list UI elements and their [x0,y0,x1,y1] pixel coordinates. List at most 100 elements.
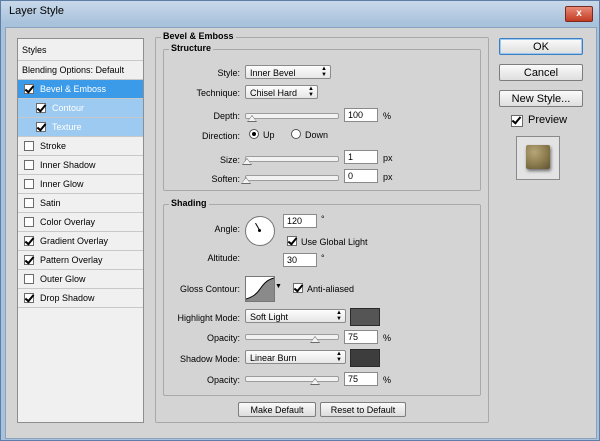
style-item-label: Texture [52,122,82,132]
stroke-checkbox[interactable] [24,141,34,151]
use-global-light-label: Use Global Light [301,237,368,247]
new-style-button[interactable]: New Style... [499,90,583,107]
layer-style-dialog: Layer Style x Styles Blending Options: D… [0,0,600,441]
style-item-drop-shadow[interactable]: Drop Shadow [18,289,143,308]
altitude-unit: ° [321,253,325,263]
shadow-opacity-thumb[interactable] [310,378,320,385]
soften-input[interactable]: 0 [344,169,378,183]
contour-curve-icon [246,277,274,301]
highlight-mode-dropdown[interactable]: Soft Light ▲ ▼ [245,309,346,323]
depth-slider[interactable] [245,113,339,122]
style-item-pattern-overlay[interactable]: Pattern Overlay [18,251,143,270]
satin-checkbox[interactable] [24,198,34,208]
style-item-inner-shadow[interactable]: Inner Shadow [18,156,143,175]
cancel-button[interactable]: Cancel [499,64,583,81]
direction-down-label: Down [305,130,329,140]
shadow-opacity-input[interactable]: 75 [344,372,378,386]
reset-to-default-button[interactable]: Reset to Default [320,402,406,417]
use-global-light-checkbox[interactable] [287,236,297,246]
soften-slider-thumb[interactable] [241,177,251,184]
technique-label: Technique: [196,88,240,98]
ok-button[interactable]: OK [499,38,583,55]
style-preview-thumbnail [516,136,560,180]
anti-aliased-checkbox[interactable] [293,283,303,293]
style-item-texture[interactable]: Texture [18,118,143,137]
style-item-label: Satin [40,198,61,208]
preview-texture-swatch [526,145,550,169]
shadow-opacity-unit: % [383,375,392,385]
style-item-outer-glow[interactable]: Outer Glow [18,270,143,289]
inner-glow-checkbox[interactable] [24,179,34,189]
styles-header-label: Styles [22,45,47,55]
highlight-mode-value: Soft Light [250,312,289,322]
title-bar[interactable]: Layer Style x [1,1,599,25]
size-input[interactable]: 1 [344,150,378,164]
drop-shadow-checkbox[interactable] [24,293,34,303]
inner-shadow-checkbox[interactable] [24,160,34,170]
style-item-label: Pattern Overlay [40,255,103,265]
style-item-label: Inner Glow [40,179,84,189]
shadow-mode-value: Linear Burn [250,353,297,363]
preview-checkbox[interactable] [511,115,523,127]
style-item-color-overlay[interactable]: Color Overlay [18,213,143,232]
angle-dial[interactable] [245,216,275,246]
highlight-color-swatch[interactable] [350,308,380,326]
pattern-overlay-checkbox[interactable] [24,255,34,265]
style-item-stroke[interactable]: Stroke [18,137,143,156]
gloss-contour-preview[interactable] [245,276,275,302]
shadow-color-swatch[interactable] [350,349,380,367]
updown-arrows-icon: ▲ ▼ [308,86,314,98]
blending-options-item[interactable]: Blending Options: Default [18,61,143,80]
size-slider[interactable] [241,156,339,165]
color-overlay-checkbox[interactable] [24,217,34,227]
styles-list: Styles Blending Options: Default Bevel &… [17,38,144,423]
depth-slider-thumb[interactable] [246,115,257,122]
altitude-input[interactable]: 30 [283,253,317,267]
style-item-gradient-overlay[interactable]: Gradient Overlay [18,232,143,251]
direction-up-radio[interactable] [249,129,259,139]
updown-arrows-icon: ▲ ▼ [321,66,327,78]
highlight-opacity-unit: % [383,333,392,343]
close-button[interactable]: x [565,6,593,22]
size-label: Size: [219,155,240,165]
make-default-button[interactable]: Make Default [238,402,316,417]
bevel-emboss-checkbox[interactable] [24,84,34,94]
highlight-opacity-label: Opacity: [206,333,240,343]
contour-dropdown-arrow-icon[interactable]: ▼ [275,283,282,290]
updown-arrows-icon: ▲ ▼ [336,310,342,322]
style-item-label: Inner Shadow [40,160,96,170]
shading-title: Shading [169,198,209,208]
style-item-inner-glow[interactable]: Inner Glow [18,175,143,194]
anti-aliased-label: Anti-aliased [307,284,355,294]
highlight-opacity-thumb[interactable] [310,336,320,343]
styles-header[interactable]: Styles [18,39,143,61]
structure-title: Structure [169,43,214,53]
contour-checkbox[interactable] [36,103,46,113]
outer-glow-checkbox[interactable] [24,274,34,284]
gradient-overlay-checkbox[interactable] [24,236,34,246]
texture-checkbox[interactable] [36,122,46,132]
angle-label: Angle: [214,224,240,234]
window-title: Layer Style [9,5,65,17]
style-item-satin[interactable]: Satin [18,194,143,213]
shadow-opacity-label: Opacity: [206,375,240,385]
size-slider-thumb[interactable] [241,158,252,165]
preview-label: Preview [528,114,568,126]
altitude-label: Altitude: [207,253,240,263]
soften-label: Soften: [211,174,240,184]
technique-dropdown[interactable]: Chisel Hard ▲ ▼ [245,85,318,99]
blending-options-label: Blending Options: Default [22,65,125,75]
shadow-mode-dropdown[interactable]: Linear Burn ▲ ▼ [245,350,346,364]
shadow-opacity-slider[interactable] [245,376,339,385]
angle-input[interactable]: 120 [283,214,317,228]
direction-label: Direction: [201,131,240,141]
depth-input[interactable]: 100 [344,108,378,122]
style-item-bevel-emboss[interactable]: Bevel & Emboss [18,80,143,99]
highlight-opacity-input[interactable]: 75 [344,330,378,344]
highlight-opacity-slider[interactable] [245,334,339,343]
direction-down-radio[interactable] [291,129,301,139]
soften-slider[interactable] [241,175,339,184]
style-item-contour[interactable]: Contour [18,99,143,118]
style-item-label: Stroke [40,141,67,151]
style-dropdown[interactable]: Inner Bevel ▲ ▼ [245,65,331,79]
